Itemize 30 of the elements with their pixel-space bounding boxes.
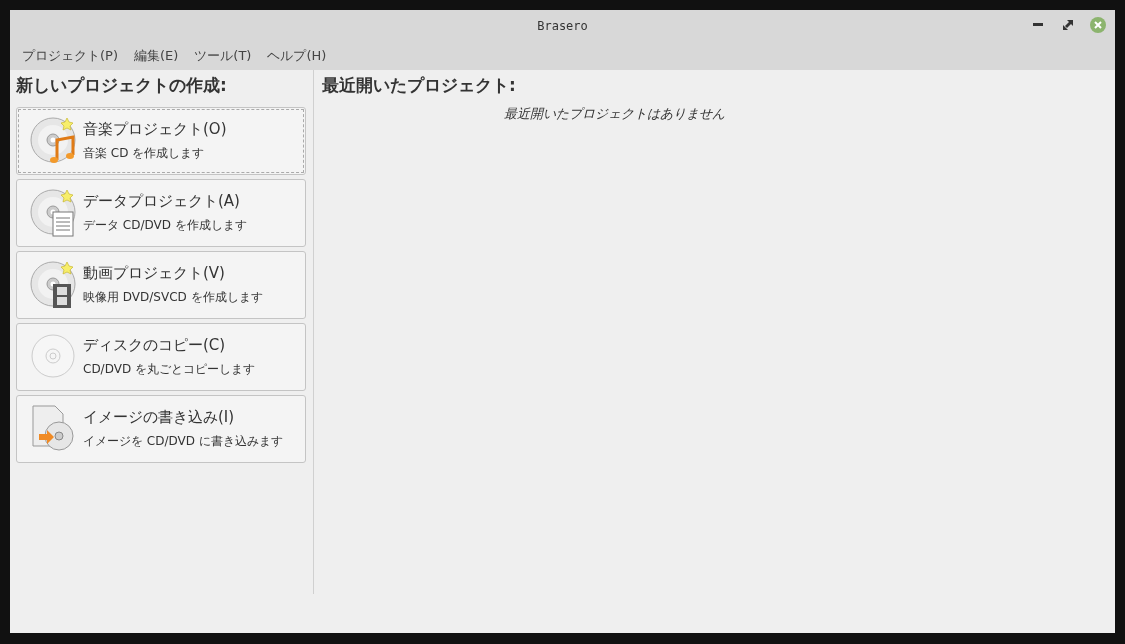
window-title: Brasero — [537, 18, 588, 33]
minimize-icon — [1033, 23, 1043, 27]
project-description: 音楽 CD を作成します — [83, 145, 206, 162]
project-title: データプロジェクト(A) — [83, 192, 241, 211]
project-button[interactable]: イメージの書き込み(I) イメージを CD/DVD に書き込みます — [16, 395, 306, 463]
project-description: 映像用 DVD/SVCD を作成します — [83, 289, 263, 306]
project-button[interactable]: 動画プロジェクト(V) 映像用 DVD/SVCD を作成します — [16, 251, 306, 319]
project-description: CD/DVD を丸ごとコピーします — [83, 361, 255, 378]
project-button[interactable]: ディスクのコピー(C) CD/DVD を丸ごとコピーします — [16, 323, 306, 391]
film-disc-icon — [29, 260, 77, 310]
disc-image-icon — [29, 404, 77, 454]
menu-item[interactable]: プロジェクト(P) — [14, 46, 126, 65]
project-button[interactable]: 音楽プロジェクト(O) 音楽 CD を作成します — [16, 107, 306, 175]
project-title: 動画プロジェクト(V) — [83, 264, 226, 283]
empty-message: 最近開いたプロジェクトはありません — [503, 105, 726, 123]
document-disc-icon — [29, 188, 77, 238]
menu-item[interactable]: ツール(T) — [186, 46, 260, 65]
section-heading: 最近開いたプロジェクト: — [322, 74, 517, 96]
project-title: イメージの書き込み(I) — [83, 408, 236, 427]
project-button[interactable]: データプロジェクト(A) データ CD/DVD を作成します — [16, 179, 306, 247]
close-icon — [1090, 17, 1106, 33]
project-description: データ CD/DVD を作成します — [83, 217, 247, 234]
project-title: 音楽プロジェクト(O) — [83, 120, 227, 139]
menu-item[interactable]: 編集(E) — [126, 46, 187, 65]
section-heading: 新しいプロジェクトの作成: — [16, 74, 228, 96]
project-title: ディスクのコピー(C) — [83, 336, 227, 355]
menu-item[interactable]: ヘルプ(H) — [259, 46, 335, 65]
music-disc-icon — [29, 116, 77, 166]
maximize-icon — [1063, 20, 1073, 30]
project-description: イメージを CD/DVD に書き込みます — [83, 433, 283, 450]
